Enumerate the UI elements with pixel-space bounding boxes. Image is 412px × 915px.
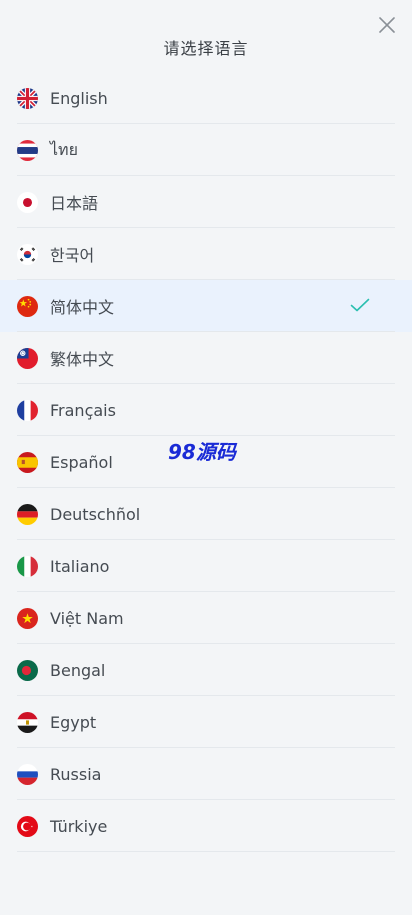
language-label: 简体中文 xyxy=(50,298,115,317)
language-item-german[interactable]: Deutschñol xyxy=(0,488,412,540)
language-label: 한국어 xyxy=(50,246,95,265)
language-item-italian[interactable]: Italiano xyxy=(0,540,412,592)
language-label: Deutschñol xyxy=(50,504,141,524)
language-label: Español xyxy=(50,452,113,472)
germany-flag-icon xyxy=(17,503,38,525)
language-item-french[interactable]: Français xyxy=(0,384,412,436)
language-item-vietnamese[interactable]: Việt Nam xyxy=(0,592,412,644)
vietnam-flag-icon xyxy=(17,607,38,629)
watermark-text: 98源码 xyxy=(168,440,236,464)
bangladesh-flag-icon xyxy=(17,659,38,681)
spain-flag-icon xyxy=(17,451,38,473)
france-flag-icon xyxy=(17,399,38,421)
russia-flag-icon xyxy=(17,763,38,785)
japan-flag-icon xyxy=(17,191,38,213)
language-label: English xyxy=(50,88,108,108)
language-label: 繁体中文 xyxy=(50,350,115,369)
language-label: Italiano xyxy=(50,556,110,576)
language-label: Türkiye xyxy=(50,816,108,836)
language-label: ไทย xyxy=(50,139,78,159)
language-item-bengal[interactable]: Bengal xyxy=(0,644,412,696)
language-label: Bengal xyxy=(50,660,106,680)
uk-flag-icon xyxy=(17,87,38,109)
close-icon[interactable] xyxy=(378,16,396,34)
language-item-egypt[interactable]: Egypt xyxy=(0,696,412,748)
china-flag-icon xyxy=(17,295,38,317)
checkmark-icon xyxy=(350,298,370,312)
language-item-simplified-chinese[interactable]: 简体中文 xyxy=(0,280,412,332)
language-item-turkiye[interactable]: Türkiye xyxy=(0,800,412,852)
thailand-flag-icon xyxy=(17,139,38,161)
header: 请选择语言 xyxy=(0,0,412,72)
language-label: Việt Nam xyxy=(50,608,124,628)
language-item-russia[interactable]: Russia xyxy=(0,748,412,800)
language-item-thai[interactable]: ไทย xyxy=(0,124,412,176)
italy-flag-icon xyxy=(17,555,38,577)
taiwan-flag-icon xyxy=(17,347,38,369)
language-label: Français xyxy=(50,400,116,420)
egypt-flag-icon xyxy=(17,711,38,733)
language-item-japanese[interactable]: 日本語 xyxy=(0,176,412,228)
page-title: 请选择语言 xyxy=(163,39,249,58)
turkey-flag-icon xyxy=(17,815,38,837)
language-label: 日本語 xyxy=(50,194,99,213)
language-item-traditional-chinese[interactable]: 繁体中文 xyxy=(0,332,412,384)
language-label: Egypt xyxy=(50,712,97,732)
language-item-korean[interactable]: 한국어 xyxy=(0,228,412,280)
language-picker-sheet: 请选择语言 English ไทย 日本語 한국어 简体中文 繁体中文 Fran… xyxy=(0,0,412,915)
language-item-english[interactable]: English xyxy=(0,72,412,124)
korea-flag-icon xyxy=(17,243,38,265)
language-label: Russia xyxy=(50,764,102,784)
